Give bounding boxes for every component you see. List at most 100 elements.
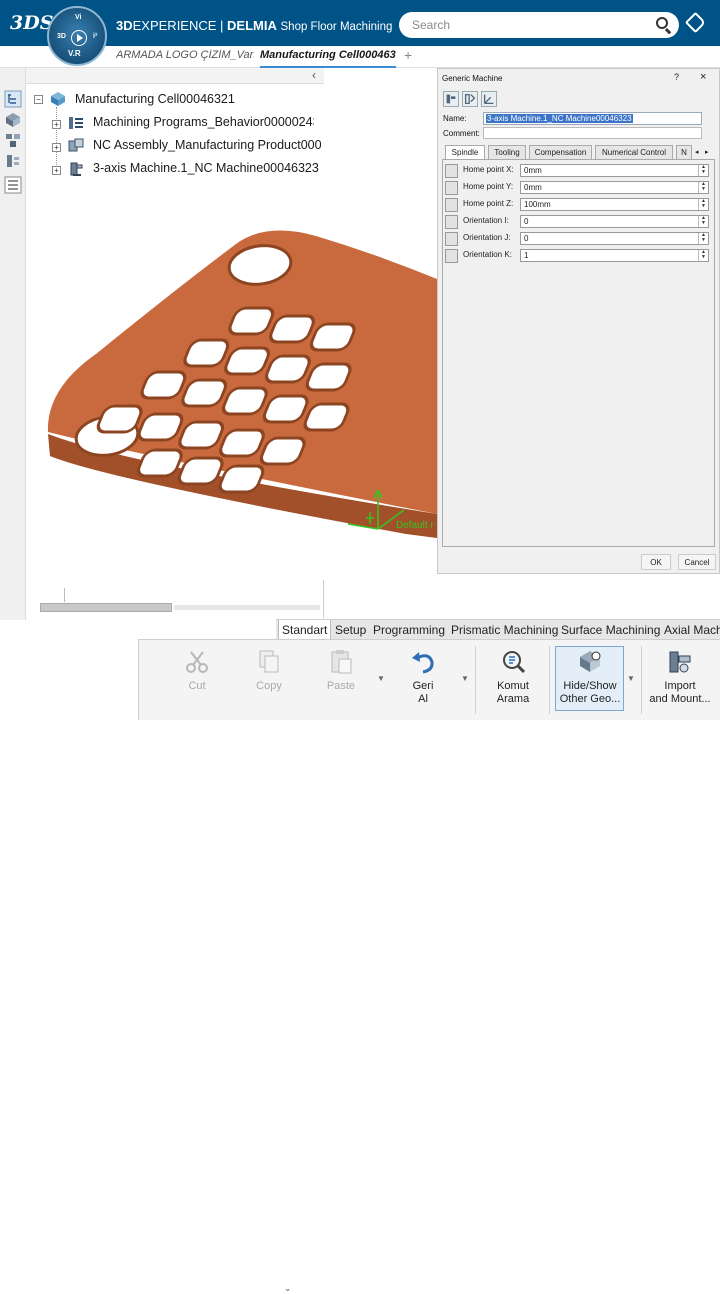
spinner-icon[interactable]: ▲ ▼ <box>698 233 708 244</box>
command-search-icon <box>503 651 526 674</box>
part-icon[interactable] <box>4 111 22 129</box>
tab-tooling[interactable]: Tooling <box>488 145 526 160</box>
undo-dropdown-icon[interactable]: ▼ <box>461 674 469 683</box>
formula-icon[interactable] <box>445 164 458 178</box>
machine-tool-icon[interactable] <box>443 91 459 107</box>
formula-icon[interactable] <box>445 181 458 195</box>
tab-programming[interactable]: Programming <box>370 620 448 640</box>
spinner-icon[interactable]: ▲ ▼ <box>698 216 708 227</box>
tab-numerical-control[interactable]: Numerical Control <box>595 145 673 160</box>
paste-dropdown-icon[interactable]: ▼ <box>377 674 385 683</box>
formula-icon[interactable] <box>445 215 458 229</box>
spindle-panel: Home point X: 0mm ▲ ▼ Home point Y: 0mm ▲ ▼ Ho… <box>442 159 715 547</box>
formula-icon[interactable] <box>445 249 458 263</box>
ribbon-separator <box>475 646 476 714</box>
tab-surface-machining[interactable]: Surface Machining <box>558 620 663 640</box>
paste-button[interactable]: Paste <box>303 640 379 721</box>
undo-button[interactable]: Geri Al <box>387 640 459 721</box>
command-search-button[interactable]: Komut Arama <box>479 640 547 721</box>
tree-item-programs[interactable]: Machining Programs_Behavior00000243 <box>93 115 314 129</box>
brand-app: Shop Floor Machining <box>280 21 393 33</box>
close-button[interactable]: × <box>700 71 706 83</box>
tool-change-icon[interactable] <box>462 91 478 107</box>
document-tabs: ARMADA LOGO ÇİZİM_Varso Manufacturing Ce… <box>0 46 720 68</box>
generic-machine-dialog: Generic Machine ? × Name: 3-axis Machine… <box>437 68 720 574</box>
command-search-label-1: Komut <box>497 680 529 692</box>
formula-icon[interactable] <box>445 232 458 246</box>
tree-view-icon[interactable] <box>4 90 22 108</box>
home-point-x-input[interactable]: 0mm ▲ ▼ <box>520 164 709 177</box>
formula-icon[interactable] <box>445 198 458 212</box>
new-tab-button[interactable]: + <box>404 47 412 63</box>
copy-button[interactable]: Copy <box>231 640 307 721</box>
tab-armada-logo[interactable]: ARMADA LOGO ÇİZİM_Varso <box>116 49 254 61</box>
cancel-button[interactable]: Cancel <box>678 554 716 570</box>
tab-setup[interactable]: Setup <box>332 620 369 640</box>
assembly-icon[interactable] <box>4 131 22 149</box>
help-button[interactable]: ? <box>674 72 679 82</box>
home-point-z-input[interactable]: 100mm ▲ ▼ <box>520 198 709 211</box>
hide-show-icon <box>580 651 601 672</box>
machine-tree-icon[interactable] <box>4 152 22 170</box>
home-point-y-label: Home point Y: <box>463 182 514 191</box>
compass-label: V.R <box>68 49 81 58</box>
tab-scroll-left[interactable]: ◂ <box>695 148 699 156</box>
tab-axial-machining[interactable]: Axial Machi <box>661 620 720 640</box>
spec-tree-toggle-icon[interactable] <box>4 176 22 194</box>
hide-show-dropdown-icon[interactable]: ▼ <box>627 674 635 683</box>
cut-label: Cut <box>188 680 206 692</box>
ribbon-separator <box>641 646 642 714</box>
spinner-icon[interactable]: ▲ ▼ <box>698 165 708 176</box>
tag-icon[interactable] <box>684 11 707 34</box>
undo-label-2: Al <box>418 693 428 705</box>
orientation-i-label: Orientation I: <box>463 216 509 225</box>
machine-axis-icon[interactable] <box>481 91 497 107</box>
orientation-k-row: Orientation K: 1 ▲ ▼ <box>445 249 713 263</box>
undo-icon <box>412 652 434 674</box>
tree-panel-header: ‹ <box>26 68 324 84</box>
search-icon[interactable] <box>656 17 668 29</box>
name-field[interactable]: 3-axis Machine.1_NC Machine00046323 <box>483 112 702 125</box>
tree-expand-assembly[interactable]: + <box>52 143 61 152</box>
tree-item-assembly[interactable]: NC Assembly_Manufacturing Product0004 <box>93 138 321 152</box>
comment-field[interactable] <box>483 127 702 139</box>
tree-collapse-root[interactable]: − <box>34 95 43 104</box>
scrollbar-thumb[interactable] <box>40 603 172 612</box>
home-point-y-input[interactable]: 0mm ▲ ▼ <box>520 181 709 194</box>
tab-compensation[interactable]: Compensation <box>529 145 592 160</box>
orientation-j-input[interactable]: 0 ▲ ▼ <box>520 232 709 245</box>
collapse-tree-button[interactable]: ‹ <box>312 68 316 82</box>
tree-expand-programs[interactable]: + <box>52 120 61 129</box>
tab-prismatic-machining[interactable]: Prismatic Machining <box>448 620 561 640</box>
search-box[interactable]: Search <box>399 12 679 38</box>
copy-icon <box>259 650 279 673</box>
cut-button[interactable]: Cut <box>159 640 235 721</box>
chevron-down-icon[interactable]: ⌄ <box>284 1283 292 1294</box>
orientation-k-input[interactable]: 1 ▲ ▼ <box>520 249 709 262</box>
machining-program-icon <box>69 117 83 129</box>
scrollbar-track[interactable] <box>174 605 320 610</box>
orientation-i-input[interactable]: 0 ▲ ▼ <box>520 215 709 228</box>
hide-show-label-2: Other Geo... <box>559 693 621 705</box>
home-point-x-row: Home point X: 0mm ▲ ▼ <box>445 164 713 178</box>
horizontal-scrollbar[interactable] <box>40 603 320 613</box>
dialog-title: Generic Machine <box>442 74 503 83</box>
compass-widget[interactable]: Vi 3D i² V.R <box>47 6 107 66</box>
play-icon[interactable] <box>71 30 87 46</box>
tab-manufacturing-cell[interactable]: Manufacturing Cell000463 <box>260 49 396 68</box>
spinner-icon[interactable]: ▲ ▼ <box>698 182 708 193</box>
import-mount-button[interactable]: Import and Mount... <box>645 640 715 721</box>
spinner-icon[interactable]: ▲ ▼ <box>698 199 708 210</box>
tab-next[interactable]: N <box>676 145 692 160</box>
compass-3d: 3D <box>57 33 66 40</box>
hide-show-button[interactable]: Hide/Show Other Geo... <box>555 640 625 721</box>
name-value[interactable]: 3-axis Machine.1_NC Machine00046323 <box>486 114 633 123</box>
spinner-icon[interactable]: ▲ ▼ <box>698 250 708 261</box>
tree-root-label[interactable]: Manufacturing Cell00046321 <box>75 92 255 106</box>
tree-expand-machine[interactable]: + <box>52 166 61 175</box>
tree-item-machine[interactable]: 3-axis Machine.1_NC Machine00046323 (3 <box>93 161 321 175</box>
tab-scroll-right[interactable]: ▸ <box>705 148 709 156</box>
action-ribbon: ⌄ Cut Copy Paste ▼ Geri Al ▼ Komut Arama H… <box>138 639 720 1293</box>
ok-button[interactable]: OK <box>641 554 671 570</box>
tab-standart[interactable]: Standart <box>278 620 332 640</box>
